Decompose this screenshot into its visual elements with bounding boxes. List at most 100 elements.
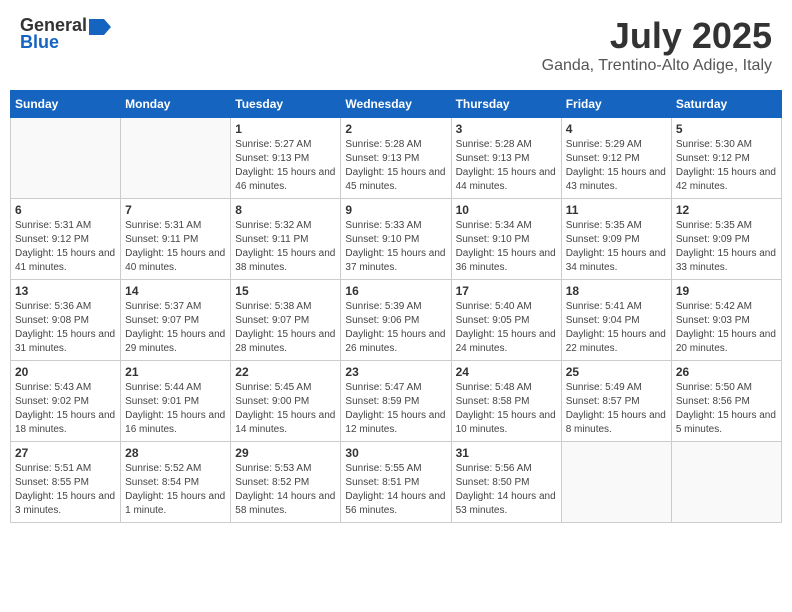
calendar-day-cell: 12 Sunrise: 5:35 AM Sunset: 9:09 PM Dayli…: [671, 199, 781, 280]
calendar-day-cell: 2Sunrise: 5:28 AM Sunset: 9:13 PM Daylig…: [341, 118, 451, 199]
calendar-day-header: Saturday: [671, 91, 781, 118]
calendar-week-row: 6Sunrise: 5:31 AM Sunset: 9:12 PM Daylig…: [11, 199, 782, 280]
day-number: 5: [676, 122, 777, 136]
calendar-day-cell: 13 Sunrise: 5:36 AM Sunset: 9:08 PM Dayli…: [11, 280, 121, 361]
calendar-day-header: Monday: [121, 91, 231, 118]
day-info: Sunrise: 5:32 AM Sunset: 9:11 PM Dayligh…: [235, 219, 336, 275]
day-info: Sunrise: 5:31 AM Sunset: 9:11 PM Dayligh…: [125, 219, 226, 275]
day-info: Sunrise: 5:33 AM Sunset: 9:10 PM Dayligh…: [345, 219, 446, 275]
day-info: Sunrise: 5:29 AM Sunset: 9:12 PM Dayligh…: [566, 138, 667, 194]
day-info: Sunrise: 5:40 AM Sunset: 9:05 PM Dayligh…: [456, 300, 557, 356]
calendar-day-cell: 5 Sunrise: 5:30 AM Sunset: 9:12 PM Daylig…: [671, 118, 781, 199]
calendar-day-cell: 16 Sunrise: 5:39 AM Sunset: 9:06 PM Dayli…: [341, 280, 451, 361]
calendar-day-cell: 15 Sunrise: 5:38 AM Sunset: 9:07 PM Dayli…: [231, 280, 341, 361]
day-info: Sunrise: 5:44 AM Sunset: 9:01 PM Dayligh…: [125, 381, 226, 437]
calendar-table: SundayMondayTuesdayWednesdayThursdayFrid…: [10, 90, 782, 523]
day-number: 29: [235, 446, 336, 460]
logo-blue-text: Blue: [20, 32, 59, 53]
day-number: 8: [235, 203, 336, 217]
day-info: Sunrise: 5:56 AM Sunset: 8:50 PM Dayligh…: [456, 462, 557, 518]
calendar-day-cell: 11Sunrise: 5:35 AM Sunset: 9:09 PM Dayli…: [561, 199, 671, 280]
day-info: Sunrise: 5:37 AM Sunset: 9:07 PM Dayligh…: [125, 300, 226, 356]
day-number: 23: [345, 365, 446, 379]
calendar-day-cell: 3 Sunrise: 5:28 AM Sunset: 9:13 PM Daylig…: [451, 118, 561, 199]
calendar-day-cell: [11, 118, 121, 199]
day-info: Sunrise: 5:39 AM Sunset: 9:06 PM Dayligh…: [345, 300, 446, 356]
day-number: 22: [235, 365, 336, 379]
calendar-day-cell: 24 Sunrise: 5:48 AM Sunset: 8:58 PM Dayli…: [451, 361, 561, 442]
day-info: Sunrise: 5:53 AM Sunset: 8:52 PM Dayligh…: [235, 462, 336, 518]
day-number: 27: [15, 446, 116, 460]
day-number: 18: [566, 284, 667, 298]
day-info: Sunrise: 5:52 AM Sunset: 8:54 PM Dayligh…: [125, 462, 226, 518]
day-number: 26: [676, 365, 777, 379]
calendar-day-cell: 6Sunrise: 5:31 AM Sunset: 9:12 PM Daylig…: [11, 199, 121, 280]
calendar-day-cell: 1Sunrise: 5:27 AM Sunset: 9:13 PM Daylig…: [231, 118, 341, 199]
calendar-day-cell: 14 Sunrise: 5:37 AM Sunset: 9:07 PM Dayli…: [121, 280, 231, 361]
day-number: 28: [125, 446, 226, 460]
day-number: 3: [456, 122, 557, 136]
logo: General Blue: [20, 15, 111, 53]
calendar-day-cell: 19Sunrise: 5:42 AM Sunset: 9:03 PM Dayli…: [671, 280, 781, 361]
location-title: Ganda, Trentino-Alto Adige, Italy: [542, 57, 772, 75]
day-info: Sunrise: 5:41 AM Sunset: 9:04 PM Dayligh…: [566, 300, 667, 356]
day-number: 6: [15, 203, 116, 217]
calendar-header-row: SundayMondayTuesdayWednesdayThursdayFrid…: [11, 91, 782, 118]
calendar-day-cell: 23 Sunrise: 5:47 AM Sunset: 8:59 PM Dayli…: [341, 361, 451, 442]
day-number: 4: [566, 122, 667, 136]
calendar-day-cell: 4 Sunrise: 5:29 AM Sunset: 9:12 PM Daylig…: [561, 118, 671, 199]
day-info: Sunrise: 5:49 AM Sunset: 8:57 PM Dayligh…: [566, 381, 667, 437]
day-info: Sunrise: 5:48 AM Sunset: 8:58 PM Dayligh…: [456, 381, 557, 437]
day-number: 10: [456, 203, 557, 217]
day-number: 24: [456, 365, 557, 379]
month-title: July 2025: [542, 15, 772, 57]
calendar-week-row: 20Sunrise: 5:43 AM Sunset: 9:02 PM Dayli…: [11, 361, 782, 442]
calendar-day-header: Wednesday: [341, 91, 451, 118]
day-number: 16: [345, 284, 446, 298]
calendar-day-cell: 10 Sunrise: 5:34 AM Sunset: 9:10 PM Dayli…: [451, 199, 561, 280]
day-number: 9: [345, 203, 446, 217]
day-info: Sunrise: 5:45 AM Sunset: 9:00 PM Dayligh…: [235, 381, 336, 437]
day-info: Sunrise: 5:34 AM Sunset: 9:10 PM Dayligh…: [456, 219, 557, 275]
calendar-day-header: Sunday: [11, 91, 121, 118]
day-number: 15: [235, 284, 336, 298]
day-info: Sunrise: 5:35 AM Sunset: 9:09 PM Dayligh…: [676, 219, 777, 275]
day-number: 25: [566, 365, 667, 379]
calendar-day-cell: 21 Sunrise: 5:44 AM Sunset: 9:01 PM Dayli…: [121, 361, 231, 442]
day-info: Sunrise: 5:50 AM Sunset: 8:56 PM Dayligh…: [676, 381, 777, 437]
calendar-day-cell: 17 Sunrise: 5:40 AM Sunset: 9:05 PM Dayli…: [451, 280, 561, 361]
day-number: 31: [456, 446, 557, 460]
day-info: Sunrise: 5:36 AM Sunset: 9:08 PM Dayligh…: [15, 300, 116, 356]
day-info: Sunrise: 5:28 AM Sunset: 9:13 PM Dayligh…: [345, 138, 446, 194]
title-section: July 2025 Ganda, Trentino-Alto Adige, It…: [542, 15, 772, 75]
calendar-week-row: 1Sunrise: 5:27 AM Sunset: 9:13 PM Daylig…: [11, 118, 782, 199]
day-info: Sunrise: 5:55 AM Sunset: 8:51 PM Dayligh…: [345, 462, 446, 518]
day-number: 14: [125, 284, 226, 298]
day-number: 21: [125, 365, 226, 379]
calendar-day-header: Thursday: [451, 91, 561, 118]
day-info: Sunrise: 5:51 AM Sunset: 8:55 PM Dayligh…: [15, 462, 116, 518]
page-header: General Blue July 2025 Ganda, Trentino-A…: [10, 10, 782, 80]
day-info: Sunrise: 5:28 AM Sunset: 9:13 PM Dayligh…: [456, 138, 557, 194]
day-number: 7: [125, 203, 226, 217]
calendar-day-cell: 27 Sunrise: 5:51 AM Sunset: 8:55 PM Dayli…: [11, 442, 121, 523]
calendar-day-cell: 29 Sunrise: 5:53 AM Sunset: 8:52 PM Dayli…: [231, 442, 341, 523]
calendar-day-cell: 25 Sunrise: 5:49 AM Sunset: 8:57 PM Dayli…: [561, 361, 671, 442]
calendar-day-cell: [121, 118, 231, 199]
day-number: 17: [456, 284, 557, 298]
calendar-week-row: 13 Sunrise: 5:36 AM Sunset: 9:08 PM Dayli…: [11, 280, 782, 361]
day-number: 12: [676, 203, 777, 217]
day-number: 19: [676, 284, 777, 298]
calendar-day-cell: [561, 442, 671, 523]
day-number: 1: [235, 122, 336, 136]
calendar-day-cell: 9 Sunrise: 5:33 AM Sunset: 9:10 PM Daylig…: [341, 199, 451, 280]
day-info: Sunrise: 5:47 AM Sunset: 8:59 PM Dayligh…: [345, 381, 446, 437]
day-info: Sunrise: 5:30 AM Sunset: 9:12 PM Dayligh…: [676, 138, 777, 194]
calendar-day-cell: 18 Sunrise: 5:41 AM Sunset: 9:04 PM Dayli…: [561, 280, 671, 361]
day-info: Sunrise: 5:38 AM Sunset: 9:07 PM Dayligh…: [235, 300, 336, 356]
logo-icon: [89, 19, 111, 35]
day-number: 13: [15, 284, 116, 298]
calendar-week-row: 27 Sunrise: 5:51 AM Sunset: 8:55 PM Dayli…: [11, 442, 782, 523]
calendar-day-cell: 31 Sunrise: 5:56 AM Sunset: 8:50 PM Dayli…: [451, 442, 561, 523]
calendar-day-cell: 28 Sunrise: 5:52 AM Sunset: 8:54 PM Dayli…: [121, 442, 231, 523]
